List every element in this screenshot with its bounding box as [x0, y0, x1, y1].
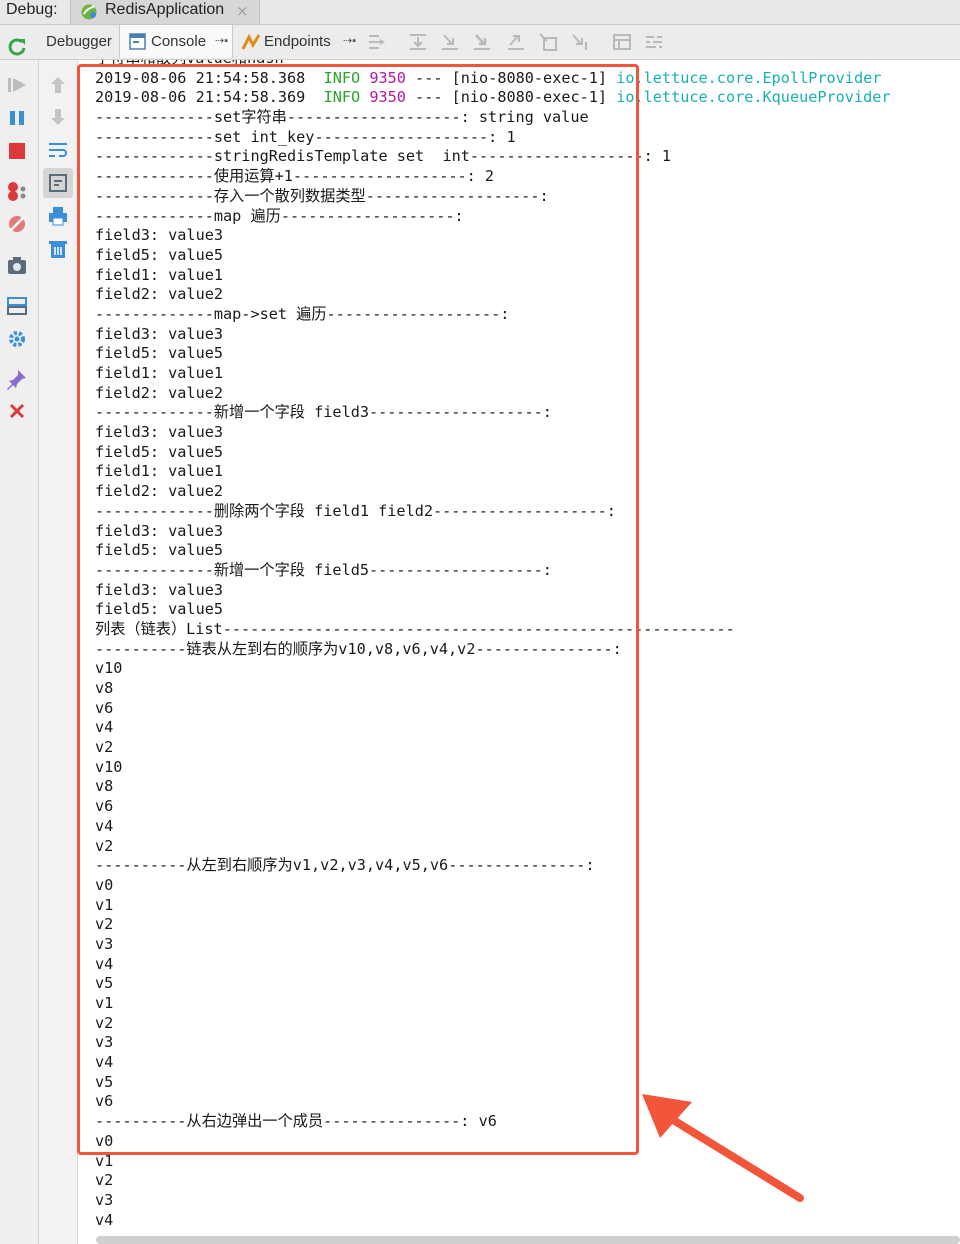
annotation-arrow-icon	[642, 1094, 804, 1202]
log-cls: io.lettuce.core.EpollProvider	[616, 68, 882, 87]
run-to-cursor-icon[interactable]	[571, 32, 591, 52]
tab-endpoints[interactable]: Endpoints ⇢▪	[236, 25, 360, 58]
step-into-icon[interactable]	[440, 32, 460, 52]
log-cls: io.lettuce.core.KqueueProvider	[616, 88, 891, 107]
force-step-into-icon[interactable]	[472, 32, 492, 52]
tab-console-label: Console	[151, 33, 207, 50]
spring-boot-icon	[81, 4, 97, 20]
console-icon	[129, 33, 146, 50]
trace-stream-icon[interactable]	[644, 32, 664, 52]
pin-icon[interactable]: ⇢▪	[343, 25, 356, 58]
rerun-icon[interactable]	[6, 36, 28, 58]
drop-frame-icon[interactable]	[538, 32, 558, 52]
resume-icon[interactable]	[6, 74, 28, 96]
debug-actions-gutter	[0, 38, 39, 1244]
horizontal-scrollbar[interactable]	[96, 1236, 960, 1244]
tab-console[interactable]: Console ⇢▪	[119, 25, 233, 58]
tab-debugger-label: Debugger	[46, 33, 112, 50]
settings-icon[interactable]	[6, 328, 28, 350]
step-out-icon[interactable]	[506, 32, 526, 52]
view-breakpoints-icon[interactable]	[6, 180, 28, 202]
debug-toolbar: Debugger Console ⇢▪ Endpoints ⇢▪	[0, 25, 960, 60]
close-icon[interactable]	[6, 400, 28, 422]
close-icon[interactable]: ×	[236, 2, 249, 20]
soft-wrap-icon[interactable]	[47, 139, 69, 161]
scroll-to-end-icon	[49, 174, 67, 192]
tab-debugger[interactable]: Debugger	[40, 25, 118, 58]
endpoints-icon	[241, 33, 261, 50]
pin-icon[interactable]: ⇢▪	[215, 25, 228, 58]
print-icon[interactable]	[47, 205, 69, 227]
mute-breakpoints-icon[interactable]	[6, 213, 28, 235]
pin-tab-icon[interactable]	[6, 368, 28, 390]
run-config-label: RedisApplication	[105, 1, 225, 18]
scroll-to-end-toggle[interactable]	[43, 168, 73, 198]
evaluate-expression-icon[interactable]	[612, 32, 632, 52]
down-arrow-icon[interactable]	[47, 106, 69, 128]
console-actions-gutter	[39, 60, 78, 1244]
stop-icon[interactable]	[6, 140, 28, 162]
debug-label: Debug:	[6, 1, 58, 18]
clear-all-icon[interactable]	[47, 238, 69, 260]
restore-layout-icon[interactable]	[6, 295, 28, 317]
pause-icon[interactable]	[6, 107, 28, 129]
tab-endpoints-label: Endpoints	[264, 33, 331, 50]
run-config-tab[interactable]: RedisApplication	[70, 0, 260, 24]
up-arrow-icon[interactable]	[47, 74, 69, 96]
debug-title-bar: Debug: RedisApplication ×	[0, 0, 960, 25]
show-execution-point-icon[interactable]	[367, 32, 387, 52]
get-thread-dump-icon[interactable]	[6, 255, 28, 277]
step-over-icon[interactable]	[408, 32, 428, 52]
highlight-box	[77, 64, 639, 1155]
